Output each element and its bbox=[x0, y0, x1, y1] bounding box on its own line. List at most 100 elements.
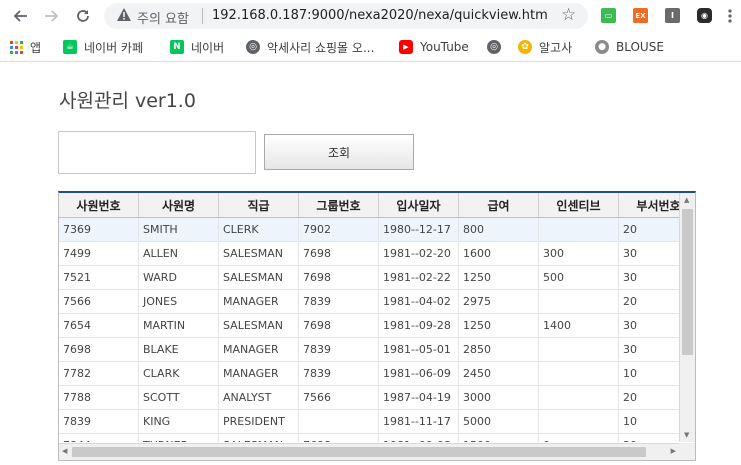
table-cell: 5000 bbox=[459, 410, 539, 433]
table-cell: 800 bbox=[459, 218, 539, 241]
vertical-scrollbar[interactable]: ▲ ▼ bbox=[679, 193, 695, 442]
url-text[interactable]: 192.168.0.187:9000/nexa2020/nexa/quickvi… bbox=[212, 8, 547, 23]
bookmark-accessory-shop[interactable]: ◎ 악세사리 쇼핑몰 오... bbox=[246, 38, 374, 56]
vertical-scroll-thumb[interactable] bbox=[682, 209, 693, 355]
apps-icon bbox=[10, 40, 23, 54]
table-cell: 30 bbox=[619, 338, 679, 361]
table-cell: PRESIDENT bbox=[219, 410, 299, 433]
scroll-left-icon[interactable]: ◀ bbox=[62, 447, 67, 455]
column-header-ename[interactable]: 사원명 bbox=[139, 193, 219, 217]
search-input[interactable] bbox=[58, 131, 256, 174]
table-row[interactable]: 7844TURNERSALESMAN76981981--09-081500030 bbox=[59, 434, 679, 442]
table-cell: 30 bbox=[619, 434, 679, 442]
horizontal-scrollbar[interactable]: ◀ ▶ bbox=[59, 443, 679, 460]
bookmark-label: 알고사 bbox=[539, 40, 573, 55]
table-cell: 1500 bbox=[459, 434, 539, 442]
forward-button[interactable] bbox=[40, 5, 62, 27]
kebab-menu-icon bbox=[728, 9, 732, 23]
bookmark-youtube[interactable]: ▶ YouTube bbox=[399, 38, 469, 56]
back-arrow-icon bbox=[13, 10, 27, 22]
back-button[interactable] bbox=[10, 5, 32, 27]
extension-gray-icon[interactable]: I bbox=[665, 8, 680, 23]
bookmark-globe[interactable]: ◎ bbox=[487, 38, 508, 56]
bookmark-naver-cafe[interactable]: ☕ 네이버 카페 bbox=[63, 38, 143, 56]
table-row[interactable]: 7698 BLAKE MANAGER 7839 1981--05-01 2850 30 bbox=[59, 338, 679, 362]
bookmark-label: 앱 bbox=[30, 40, 42, 55]
table-cell: WARD bbox=[139, 266, 219, 289]
table-cell: 1981--02-20 bbox=[379, 242, 459, 265]
table-cell: 30 bbox=[619, 242, 679, 265]
table-cell: SCOTT bbox=[139, 386, 219, 409]
table-cell: 7844 bbox=[59, 434, 139, 442]
table-cell: 20 bbox=[619, 290, 679, 313]
table-row[interactable]: 7499 ALLEN SALESMAN 7698 1981--02-20 1600 300 3… bbox=[59, 242, 679, 266]
table-row[interactable]: 7566 JONES MANAGER 7839 1981--04-02 2975 20 bbox=[59, 290, 679, 314]
browser-menu-button[interactable] bbox=[722, 5, 738, 27]
table-cell: ALLEN bbox=[139, 242, 219, 265]
extension-dark-icon[interactable]: ◉ bbox=[697, 8, 712, 23]
table-cell: 7839 bbox=[59, 410, 139, 433]
column-header-empno[interactable]: 사원번호 bbox=[59, 193, 139, 217]
search-button[interactable]: 조회 bbox=[264, 134, 414, 170]
table-row[interactable]: 7654 MARTIN SALESMAN 7698 1981--09-28 1250 140… bbox=[59, 314, 679, 338]
employee-grid: 사원번호 사원명 직급 그룹번호 입사일자 급여 인센티브 부서번호 7369 S… bbox=[58, 191, 696, 461]
table-cell bbox=[539, 362, 619, 385]
table-cell: 1980--12-17 bbox=[379, 218, 459, 241]
table-row[interactable]: 7369 SMITH CLERK 7902 1980--12-17 800 20 bbox=[59, 218, 679, 242]
youtube-icon: ▶ bbox=[399, 40, 413, 54]
table-cell: 7369 bbox=[59, 218, 139, 241]
table-cell: KING bbox=[139, 410, 219, 433]
table-cell: 7839 bbox=[299, 362, 379, 385]
table-cell: 7839 bbox=[299, 338, 379, 361]
bookmark-label: BLOUSE bbox=[616, 40, 664, 54]
table-cell: 7782 bbox=[59, 362, 139, 385]
bookmark-blouse[interactable]: ● BLOUSE bbox=[595, 38, 664, 56]
table-cell: 1400 bbox=[539, 314, 619, 337]
table-cell: 1981--09-28 bbox=[379, 314, 459, 337]
naver-cafe-icon: ☕ bbox=[63, 40, 77, 54]
naver-icon: N bbox=[170, 40, 184, 54]
table-cell: 7698 bbox=[299, 242, 379, 265]
address-bar[interactable]: 주의 요함 192.168.0.187:9000/nexa2020/nexa/q… bbox=[104, 3, 588, 29]
scroll-down-icon[interactable]: ▼ bbox=[684, 431, 689, 439]
table-cell: 10 bbox=[619, 410, 679, 433]
table-row[interactable]: 7839 KING PRESIDENT 1981--11-17 5000 10 bbox=[59, 410, 679, 434]
bookmark-algosa[interactable]: ✿ 알고사 bbox=[518, 38, 572, 56]
column-header-sal[interactable]: 급여 bbox=[459, 193, 539, 217]
table-row[interactable]: 7521 WARD SALESMAN 7698 1981--02-22 1250 500 30 bbox=[59, 266, 679, 290]
table-cell: MANAGER bbox=[219, 290, 299, 313]
table-cell: SALESMAN bbox=[219, 434, 299, 442]
table-cell: 1987--04-19 bbox=[379, 386, 459, 409]
table-cell: 7566 bbox=[299, 386, 379, 409]
scroll-up-icon[interactable]: ▲ bbox=[684, 196, 689, 204]
reload-icon bbox=[77, 10, 89, 22]
table-cell: 30 bbox=[619, 314, 679, 337]
table-cell: SMITH bbox=[139, 218, 219, 241]
table-row[interactable]: 7788 SCOTT ANALYST 7566 1987--04-19 3000 20 bbox=[59, 386, 679, 410]
table-cell: 7839 bbox=[299, 290, 379, 313]
table-cell: 7698 bbox=[299, 266, 379, 289]
table-cell bbox=[539, 290, 619, 313]
table-cell: 7698 bbox=[59, 338, 139, 361]
scroll-right-icon[interactable]: ▶ bbox=[671, 447, 676, 455]
column-header-hiredate[interactable]: 입사일자 bbox=[379, 193, 459, 217]
table-cell bbox=[539, 338, 619, 361]
bookmark-star-icon[interactable]: ☆ bbox=[561, 5, 576, 25]
reload-button[interactable] bbox=[72, 5, 94, 27]
horizontal-scroll-thumb[interactable] bbox=[72, 447, 646, 457]
grid-header: 사원번호 사원명 직급 그룹번호 입사일자 급여 인센티브 부서번호 bbox=[59, 193, 695, 218]
extension-orange-icon[interactable]: EX bbox=[633, 8, 648, 23]
column-header-mgr[interactable]: 그룹번호 bbox=[299, 193, 379, 217]
table-cell bbox=[299, 410, 379, 433]
bookmark-naver[interactable]: N 네이버 bbox=[170, 38, 224, 56]
table-cell: BLAKE bbox=[139, 338, 219, 361]
column-header-comm[interactable]: 인센티브 bbox=[539, 193, 619, 217]
bookmark-apps[interactable]: 앱 bbox=[10, 38, 41, 56]
table-row[interactable]: 7782 CLARK MANAGER 7839 1981--06-09 2450 10 bbox=[59, 362, 679, 386]
extension-green-icon[interactable]: ▭ bbox=[601, 8, 616, 23]
table-cell: 0 bbox=[539, 434, 619, 442]
table-cell: 3000 bbox=[459, 386, 539, 409]
column-header-job[interactable]: 직급 bbox=[219, 193, 299, 217]
table-cell: SALESMAN bbox=[219, 242, 299, 265]
bookmark-label: 네이버 카페 bbox=[84, 40, 144, 55]
